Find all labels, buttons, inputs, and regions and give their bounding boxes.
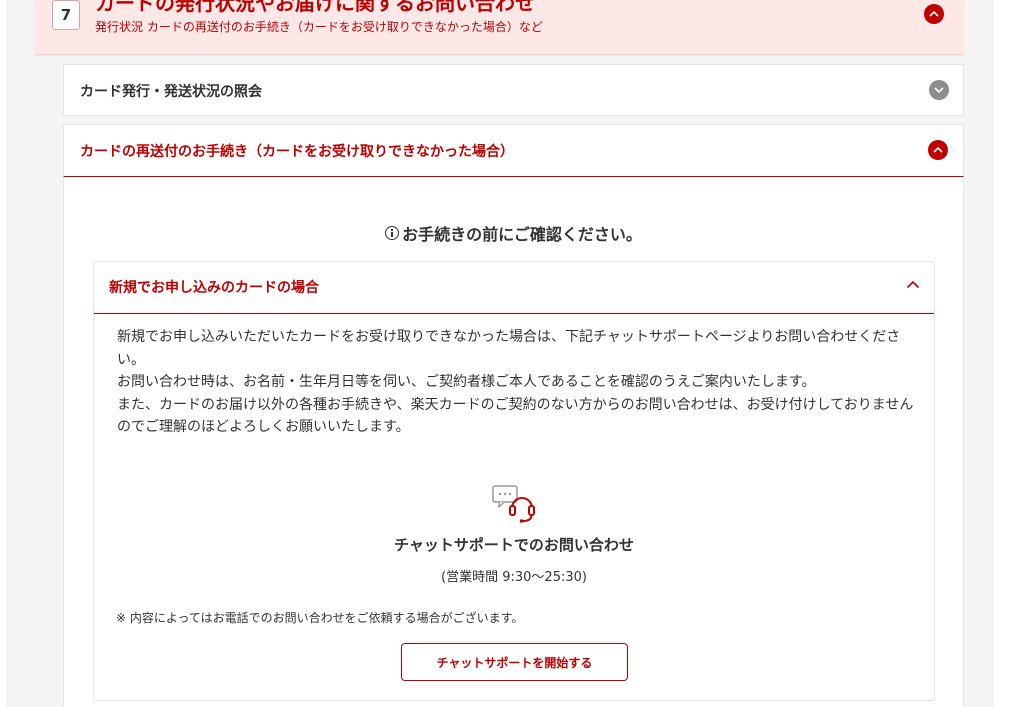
start-chat-support-button[interactable]: チャットサポートを開始する: [401, 643, 628, 681]
notice-text: お手続きの前にご確認ください。: [402, 225, 642, 244]
category-number: 7: [52, 0, 80, 30]
section-title: 新規でお申し込みのカードの場合: [109, 280, 319, 296]
new-application-card-section: 新規でお申し込みのカードの場合 新規でお申し込みいただいたカードをお受け取りでき…: [93, 261, 935, 701]
category-header[interactable]: 7 カードの発行状況やお届けに関するお問い合わせ 発行状況 カードの再送付のお手…: [34, 0, 964, 55]
notice-heading: お手続きの前にご確認ください。: [64, 221, 963, 245]
body-paragraph: 新規でお申し込みいただいたカードをお受け取りできなかった場合は、下記チャットサポ…: [117, 329, 901, 368]
accordion-item-card-resend[interactable]: カードの再送付のお手続き（カードをお受け取りできなかった場合）: [63, 124, 964, 177]
chat-support-hours: (営業時間 9:30〜25:30): [441, 570, 587, 585]
body-paragraph: お問い合わせ時は、お名前・生年月日等を伺い、ご契約者様ご本人であることを確認のう…: [117, 374, 816, 390]
chat-support-headset-icon: [492, 485, 535, 523]
body-paragraph: また、カードのお届け以外の各種お手続きや、楽天カードのご契約のない方からのお問い…: [117, 396, 914, 436]
accordion-content: お手続きの前にご確認ください。 新規でお申し込みのカードの場合 新規でお申し込み…: [63, 177, 964, 707]
chat-support-title: チャットサポートでのお問い合わせ: [394, 536, 634, 554]
category-title: カードの発行状況やお届けに関するお問い合わせ: [95, 0, 535, 15]
accordion-item-card-status[interactable]: カード発行・発送状況の照会: [63, 64, 964, 116]
section-body: 新規でお申し込みいただいたカードをお受け取りできなかった場合は、下記チャットサポ…: [117, 326, 917, 439]
category-subtitle: 発行状況 カードの再送付のお手続き（カードをお受け取りできなかった場合）など: [95, 20, 543, 34]
accordion-item-label: カードの再送付のお手続き（カードをお受け取りできなかった場合）: [80, 144, 514, 160]
chevron-up-icon[interactable]: [928, 140, 948, 160]
chevron-up-icon[interactable]: [924, 4, 944, 24]
chevron-up-icon[interactable]: [906, 280, 920, 289]
info-circle-icon: [385, 226, 400, 240]
section-header[interactable]: 新規でお申し込みのカードの場合: [94, 262, 934, 314]
accordion-item-label: カード発行・発送状況の照会: [80, 84, 262, 100]
chevron-down-icon[interactable]: [929, 80, 949, 100]
chat-support-note: ※ 内容によってはお電話でのお問い合わせをご依頼する場合がございます。: [116, 611, 524, 625]
